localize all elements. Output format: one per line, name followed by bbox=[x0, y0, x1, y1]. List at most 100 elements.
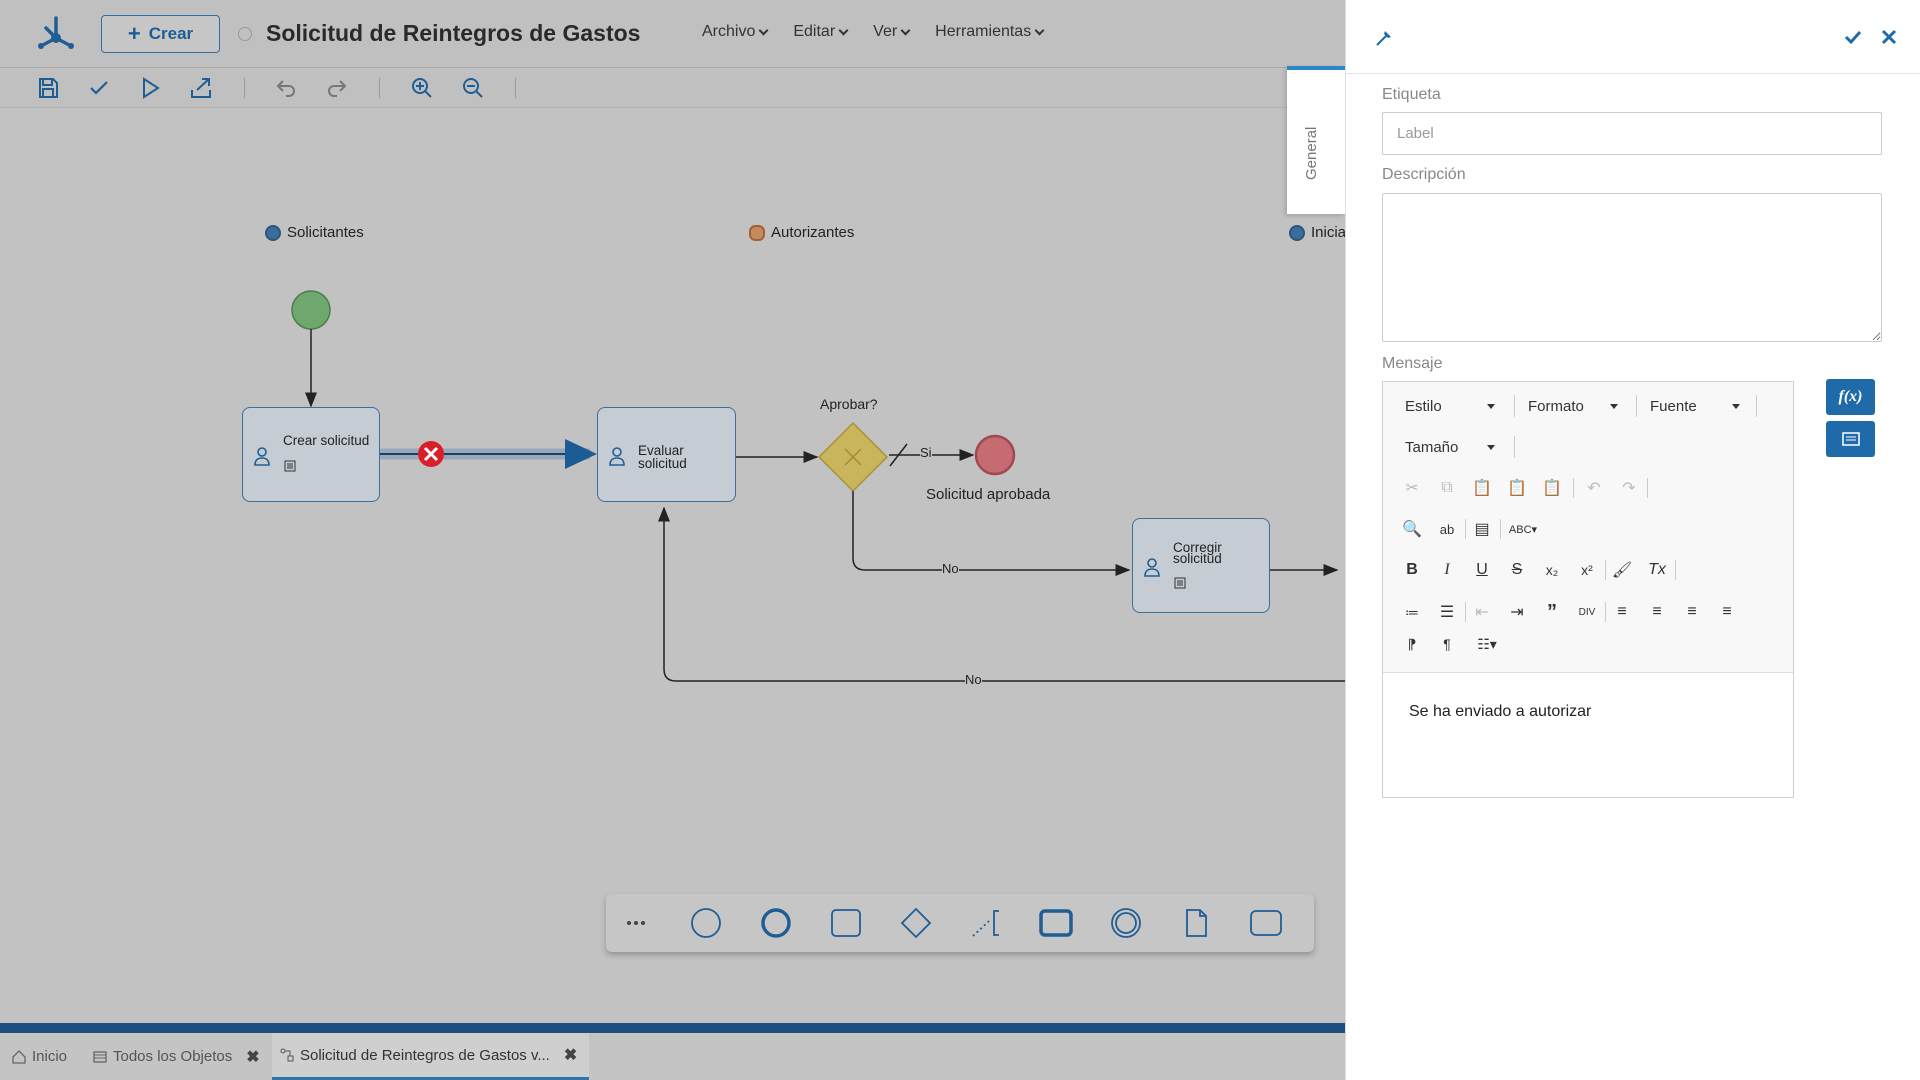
align-right-icon[interactable]: ≡ bbox=[1679, 599, 1705, 625]
lane-icon bbox=[1289, 224, 1305, 241]
combo-label: Formato bbox=[1528, 397, 1584, 415]
align-left-icon[interactable]: ≡ bbox=[1609, 599, 1635, 625]
indent-icon[interactable]: ⇥ bbox=[1504, 599, 1530, 625]
tab-solicitud-reintegros[interactable]: Solicitud de Reintegros de Gastos v... ✖ bbox=[272, 1033, 589, 1080]
function-button[interactable]: f(x) bbox=[1826, 379, 1875, 415]
superscript-icon[interactable]: x² bbox=[1574, 557, 1600, 583]
undo-icon[interactable]: ↶ bbox=[1581, 475, 1607, 501]
variables-button[interactable] bbox=[1826, 421, 1875, 457]
cut-icon[interactable]: ✂ bbox=[1399, 475, 1425, 501]
export-icon[interactable] bbox=[189, 76, 213, 100]
subprocess-icon[interactable] bbox=[1039, 907, 1073, 939]
panel-header bbox=[1346, 0, 1920, 74]
task-corregir-solicitud[interactable]: Corregir solicitud bbox=[1132, 518, 1270, 613]
align-center-icon[interactable]: ≡ bbox=[1644, 599, 1670, 625]
form-icon bbox=[284, 460, 296, 472]
tab-label: Todos los Objetos bbox=[113, 1048, 233, 1065]
menu-herramientas-label: Herramientas bbox=[935, 23, 1032, 40]
end-event-label: Solicitud aprobada bbox=[926, 486, 1051, 503]
diagram-canvas[interactable]: Solicitantes Autorizantes Inicia Crear s… bbox=[0, 108, 1345, 1023]
menu-ver[interactable]: Ver bbox=[873, 23, 911, 41]
close-tab-icon[interactable]: ✖ bbox=[564, 1045, 577, 1065]
task-evaluar-solicitud[interactable]: Evaluar solicitud bbox=[597, 407, 736, 502]
etiqueta-input[interactable] bbox=[1382, 112, 1882, 155]
lane-autorizantes[interactable]: Autorizantes bbox=[749, 224, 854, 241]
caret-down-icon bbox=[1610, 404, 1618, 409]
tab-inicio[interactable]: Inicio bbox=[4, 1033, 75, 1080]
paste-text-icon[interactable]: 📋 bbox=[1504, 475, 1530, 501]
italic-icon[interactable]: I bbox=[1434, 557, 1460, 583]
lane-label: Autorizantes bbox=[771, 224, 855, 241]
end-event-icon[interactable] bbox=[759, 907, 793, 939]
style-combo[interactable]: Estilo bbox=[1395, 392, 1505, 420]
toolbar-divider bbox=[1675, 560, 1676, 580]
tab-general[interactable]: General bbox=[1287, 66, 1345, 214]
check-icon[interactable] bbox=[87, 76, 111, 100]
menu-archivo[interactable]: Archivo bbox=[702, 23, 769, 41]
shape-palette bbox=[606, 894, 1314, 952]
task-shape-icon[interactable] bbox=[829, 907, 863, 939]
size-combo[interactable]: Tamaño bbox=[1395, 433, 1505, 461]
app-logo-icon[interactable] bbox=[36, 14, 76, 54]
play-icon[interactable] bbox=[138, 76, 162, 100]
bullet-list-icon[interactable]: ☰ bbox=[1434, 599, 1460, 625]
language-icon[interactable]: ☷▾ bbox=[1469, 631, 1505, 657]
task-crear-solicitud[interactable]: Crear solicitud bbox=[242, 407, 380, 502]
bold-icon[interactable]: B bbox=[1399, 557, 1425, 583]
lane-inicia[interactable]: Inicia bbox=[1289, 224, 1345, 241]
copy-icon[interactable]: ⧉ bbox=[1434, 475, 1460, 501]
close-icon[interactable] bbox=[1881, 29, 1897, 45]
justify-icon[interactable]: ≡ bbox=[1714, 599, 1740, 625]
find-icon[interactable]: 🔍 bbox=[1399, 516, 1425, 542]
paste-icon[interactable]: 📋 bbox=[1469, 475, 1495, 501]
replace-icon[interactable]: ab bbox=[1434, 516, 1460, 542]
redo-icon[interactable] bbox=[325, 76, 349, 100]
menu-editar[interactable]: Editar bbox=[793, 23, 849, 41]
zoom-in-icon[interactable] bbox=[410, 76, 434, 100]
more-options-icon[interactable] bbox=[619, 907, 653, 939]
copy-format-icon[interactable]: 🖌 bbox=[1609, 557, 1635, 583]
subscript-icon[interactable]: x₂ bbox=[1539, 557, 1565, 583]
numbered-list-icon[interactable]: ≔ bbox=[1399, 599, 1425, 625]
menu-herramientas[interactable]: Herramientas bbox=[935, 23, 1045, 41]
select-all-icon[interactable]: ▤ bbox=[1469, 516, 1495, 542]
outdent-icon[interactable]: ⇤ bbox=[1469, 599, 1495, 625]
strikethrough-icon[interactable]: S bbox=[1504, 557, 1530, 583]
editor-content[interactable]: Se ha enviado a autorizar bbox=[1383, 672, 1793, 797]
spellcheck-icon[interactable]: ABC▾ bbox=[1505, 516, 1541, 542]
rtl-icon[interactable]: ¶ bbox=[1434, 631, 1460, 657]
undo-icon[interactable] bbox=[274, 76, 298, 100]
close-tab-icon[interactable]: ✖ bbox=[246, 1047, 259, 1067]
data-object-icon[interactable] bbox=[1179, 907, 1213, 939]
underline-icon[interactable]: U bbox=[1469, 557, 1495, 583]
save-icon[interactable] bbox=[36, 76, 60, 100]
paste-word-icon[interactable]: 📋 bbox=[1539, 475, 1565, 501]
caret-down-icon bbox=[1487, 404, 1495, 409]
redo-icon[interactable]: ↷ bbox=[1616, 475, 1642, 501]
intermediate-event-icon[interactable] bbox=[1109, 907, 1143, 939]
font-combo[interactable]: Fuente bbox=[1640, 392, 1750, 420]
zoom-out-icon[interactable] bbox=[461, 76, 485, 100]
form-icon bbox=[1174, 577, 1186, 589]
lane-solicitantes[interactable]: Solicitantes bbox=[265, 224, 364, 241]
start-event-icon[interactable] bbox=[689, 907, 723, 939]
combo-label: Tamaño bbox=[1405, 438, 1459, 456]
combo-label: Estilo bbox=[1405, 397, 1442, 415]
remove-format-icon[interactable]: Tx bbox=[1644, 557, 1670, 583]
combo-divider bbox=[1636, 395, 1637, 417]
ltr-icon[interactable]: ⁋ bbox=[1399, 631, 1425, 657]
toolbar-divider bbox=[244, 78, 245, 98]
blockquote-icon[interactable]: ” bbox=[1539, 599, 1565, 625]
group-shape-icon[interactable] bbox=[1249, 907, 1283, 939]
create-div-icon[interactable]: DIV bbox=[1574, 599, 1600, 625]
lane-icon bbox=[265, 224, 281, 241]
pin-icon[interactable] bbox=[1374, 28, 1394, 48]
create-button[interactable]: + Crear bbox=[101, 15, 220, 53]
format-combo[interactable]: Formato bbox=[1518, 392, 1628, 420]
tab-label: Inicio bbox=[32, 1048, 68, 1065]
annotation-icon[interactable] bbox=[969, 907, 1003, 939]
tab-todos-los-objetos[interactable]: Todos los Objetos ✖ bbox=[85, 1033, 268, 1080]
gateway-shape-icon[interactable] bbox=[899, 907, 933, 939]
descripcion-textarea[interactable] bbox=[1382, 193, 1882, 342]
confirm-check-icon[interactable] bbox=[1844, 28, 1862, 46]
